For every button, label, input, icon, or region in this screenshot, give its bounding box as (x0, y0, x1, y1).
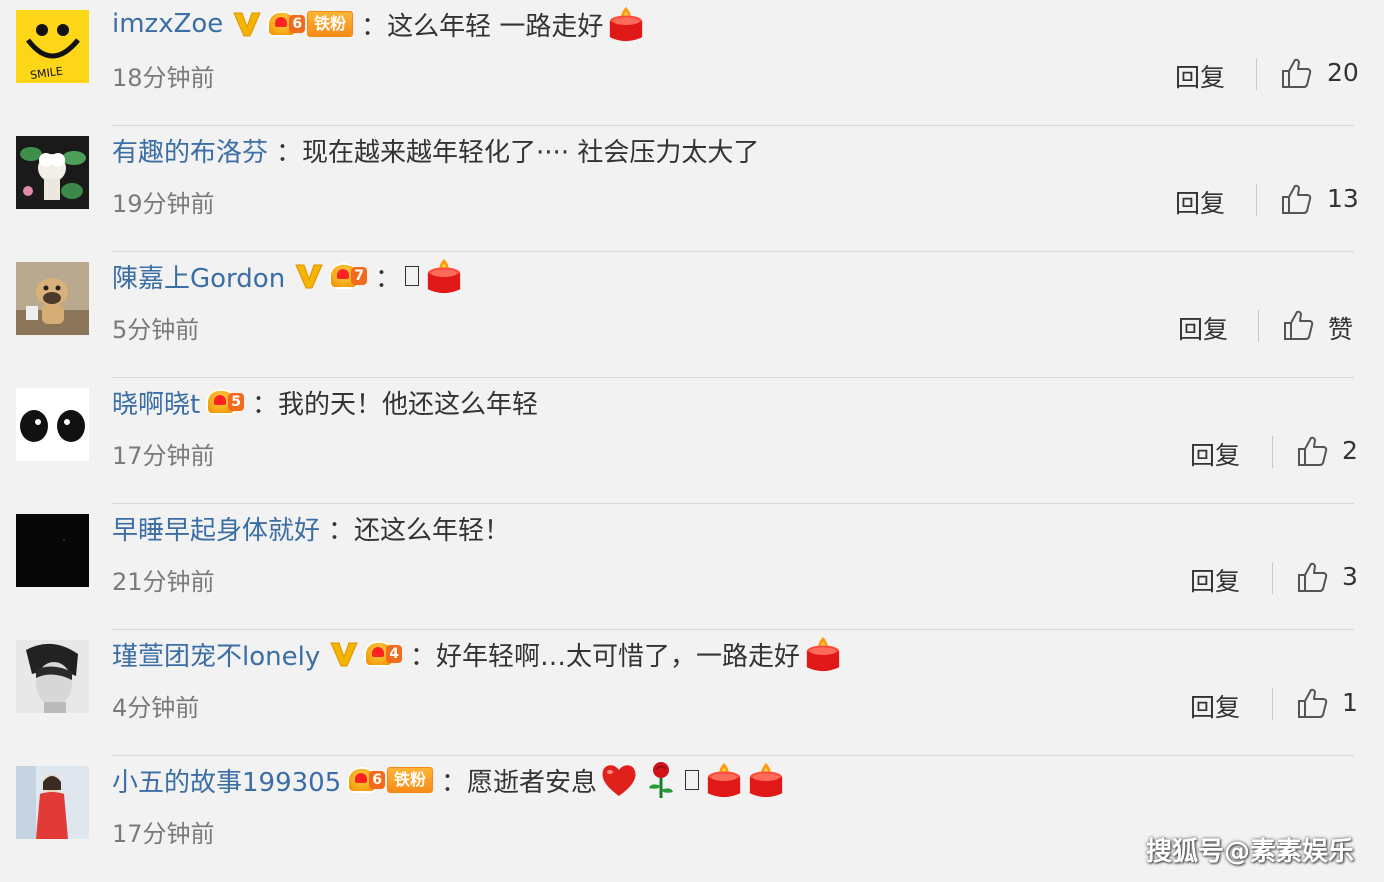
comment-text: 现在越来越年轻化了···· 社会压力太大了 (302, 137, 760, 168)
crown-level: 7 (351, 267, 367, 285)
username-link[interactable]: imzxZoe (112, 9, 223, 39)
fan-badge: 铁粉 (307, 11, 354, 37)
comment-main-line: 瑾萱团宠不lonely 4 ： 好年轻啊…太可惜了，一路走好 (112, 632, 842, 676)
fan-badge: 铁粉 (387, 767, 434, 793)
reply-button[interactable]: 回复 (1190, 436, 1240, 472)
comment-item: 晓啊晓t 5 ： 我的天！他还这么年轻 17分钟前 回复 2 (0, 378, 1384, 504)
candle-emoji-icon (425, 257, 463, 295)
missing-glyph-icon (685, 770, 700, 790)
comment-text: 这么年轻 一路走好 (387, 11, 604, 42)
comment-item: 早睡早起身体就好 ： 还这么年轻！ 21分钟前 回复 3 (0, 504, 1384, 630)
comment-time: 5分钟前 (112, 316, 200, 344)
crown-level: 6 (369, 771, 386, 789)
divider (1272, 562, 1273, 594)
rose-emoji-icon (649, 762, 674, 798)
username-link[interactable]: 瑾萱团宠不lonely (112, 636, 320, 673)
crown-level: 4 (386, 645, 402, 663)
thumbs-up-icon[interactable] (1296, 434, 1330, 468)
username-link[interactable]: 有趣的布洛芬 (112, 132, 268, 169)
colon: ： (251, 389, 278, 420)
candle-emoji-icon (804, 635, 842, 673)
watermark-text: 搜狐号@素素娱乐 (1145, 837, 1354, 867)
thumbs-up-icon[interactable] (1280, 56, 1314, 90)
colon: ： (374, 263, 401, 294)
crown-badge: 6 铁粉 (347, 765, 434, 795)
reply-button[interactable]: 回复 (1190, 688, 1240, 724)
comment-text: 我的天！他还这么年轻 (277, 389, 538, 420)
comment-text: 还这么年轻！ (354, 515, 511, 546)
verified-v-icon (330, 640, 358, 668)
like-count: 2 (1342, 436, 1358, 465)
divider (1256, 58, 1257, 90)
comment-item: 瑾萱团宠不lonely 4 ： 好年轻啊…太可惜了，一路走好 4分钟前 回复 1 (0, 630, 1384, 756)
comment-main-line: 早睡早起身体就好 ： 还这么年轻！ (112, 506, 510, 550)
divider (1272, 688, 1273, 720)
colon: ： (276, 137, 303, 168)
avatar[interactable] (16, 514, 89, 587)
thumbs-up-icon[interactable] (1280, 182, 1314, 216)
heart-emoji-icon (602, 765, 636, 796)
comment-item: 小五的故事199305 6 铁粉 ： 愿逝者安息 17分钟前 搜狐号@素素娱乐 (0, 756, 1384, 882)
crown-badge: 6 铁粉 (267, 9, 354, 39)
like-count: 1 (1342, 688, 1358, 717)
divider (1258, 310, 1259, 342)
comment-main-line: 小五的故事199305 6 铁粉 ： 愿逝者安息 (112, 758, 785, 802)
comment-main-line: 晓啊晓t 5 ： 我的天！他还这么年轻 (112, 380, 538, 424)
colon: ： (361, 11, 388, 42)
crown-badge: 5 (206, 387, 244, 417)
avatar[interactable] (16, 388, 89, 461)
avatar[interactable]: SMILE (16, 10, 89, 83)
comment-item: 陳嘉上Gordon 7 ： 5分钟前 回复 赞 (0, 252, 1384, 378)
username-link[interactable]: 晓啊晓t (112, 384, 200, 421)
username-link[interactable]: 小五的故事199305 (112, 762, 341, 799)
verified-v-icon (233, 10, 261, 38)
comment-main-line: imzxZoe 6 铁粉 ： 这么年轻 一路走好 (112, 2, 645, 46)
comment-main-line: 有趣的布洛芬 ： 现在越来越年轻化了···· 社会压力太大了 (112, 128, 759, 172)
crown-badge: 7 (329, 261, 367, 291)
colon: ： (441, 767, 468, 798)
comment-time: 21分钟前 (112, 568, 215, 596)
thumbs-up-icon[interactable] (1296, 686, 1330, 720)
username-link[interactable]: 早睡早起身体就好 (112, 510, 320, 547)
reply-button[interactable]: 回复 (1175, 184, 1225, 220)
like-count: 赞 (1328, 315, 1354, 344)
colon: ： (328, 515, 355, 546)
comment-text: 愿逝者安息 (467, 767, 598, 798)
avatar[interactable] (16, 136, 89, 209)
thumbs-up-icon[interactable] (1282, 308, 1316, 342)
missing-glyph-icon (404, 266, 419, 286)
avatar[interactable] (16, 640, 89, 713)
divider (1272, 436, 1273, 468)
comment-item: 有趣的布洛芬 ： 现在越来越年轻化了···· 社会压力太大了 19分钟前 回复 … (0, 126, 1384, 252)
reply-button[interactable]: 回复 (1190, 562, 1240, 598)
like-count: 13 (1327, 184, 1359, 213)
avatar[interactable] (16, 262, 89, 335)
comment-time: 19分钟前 (112, 190, 215, 218)
comment-time: 18分钟前 (112, 64, 215, 92)
verified-v-icon (295, 262, 323, 290)
reply-button[interactable]: 回复 (1175, 58, 1225, 94)
divider (1256, 184, 1257, 216)
avatar[interactable] (16, 766, 89, 839)
candle-emoji-icon (607, 5, 645, 43)
comment-item: SMILE imzxZoe 6 铁粉 ： 这么年轻 一路走好 18分钟前 回复 … (0, 0, 1384, 126)
candle-emoji-icon (747, 761, 785, 799)
reply-button[interactable]: 回复 (1178, 310, 1228, 346)
comment-main-line: 陳嘉上Gordon 7 ： (112, 254, 463, 298)
crown-level: 5 (228, 393, 244, 411)
crown-badge: 4 (364, 639, 402, 669)
comment-text: 好年轻啊…太可惜了，一路走好 (435, 641, 800, 672)
like-count: 20 (1327, 58, 1359, 87)
crown-level: 6 (289, 15, 306, 33)
comment-time: 4分钟前 (112, 694, 200, 722)
candle-emoji-icon (705, 761, 743, 799)
comment-time: 17分钟前 (112, 442, 215, 470)
thumbs-up-icon[interactable] (1296, 560, 1330, 594)
colon: ： (409, 641, 436, 672)
comment-time: 17分钟前 (112, 820, 215, 848)
username-link[interactable]: 陳嘉上Gordon (112, 258, 285, 295)
like-count: 3 (1342, 562, 1358, 591)
